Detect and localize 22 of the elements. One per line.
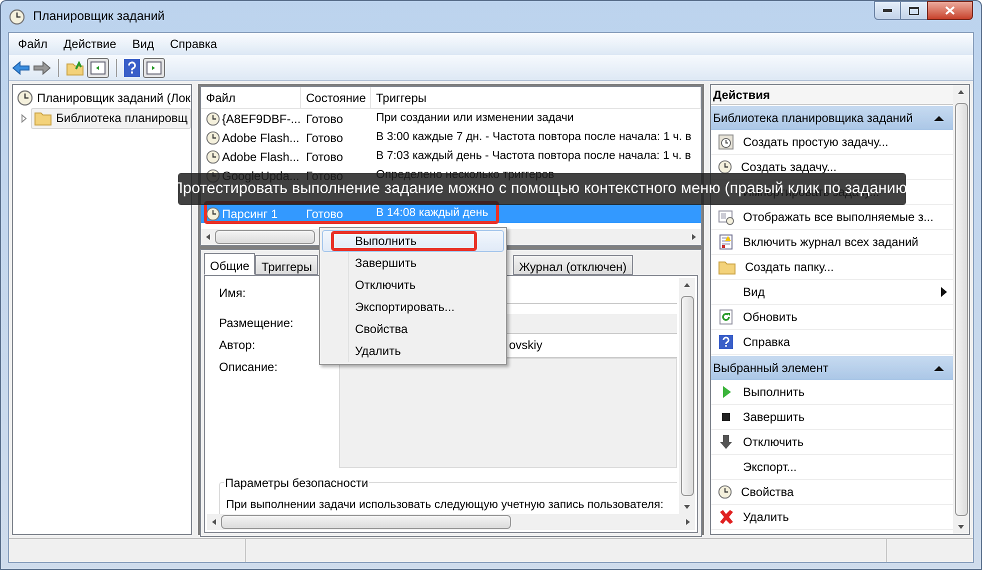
field-label: Размещение:	[219, 315, 294, 332]
tree-item-label: Планировщик заданий (Лок	[37, 90, 191, 106]
field-label: Имя:	[219, 285, 247, 302]
security-text: При выполнении задачи использовать следующую учетную запись пользователя:	[226, 498, 664, 513]
section-title: Выбранный элемент	[713, 360, 830, 377]
task-name: Парсинг 1	[222, 206, 278, 222]
table-cell-text: В 7:03 каждый день - Частота повтора после начала: 1 ч. в	[375, 148, 692, 164]
table-cell-text: При создании или изменении задачи	[375, 110, 575, 126]
table-cell-text: Готово	[305, 206, 344, 222]
section-title: Библиотека планировщика заданий	[713, 110, 914, 127]
task-name: {A8EF9DBF-...	[222, 110, 301, 128]
task-name: Adobe Flash...	[222, 148, 300, 166]
table-cell-text: Готово	[305, 130, 344, 146]
task-name: Adobe Flash...	[222, 130, 300, 146]
window-title: Планировщик заданий	[33, 8, 165, 26]
actions-title: Действия	[711, 85, 953, 105]
table-cell-text: Готово	[305, 148, 344, 166]
field-label: Описание:	[219, 359, 279, 376]
table-cell-text: В 3:00 каждые 7 дн. - Частота повтора после начала: 1 ч. в	[375, 130, 692, 145]
table-cell-text: В 14:08 каждый день	[375, 206, 490, 221]
table-cell-text: Готово	[305, 110, 344, 128]
field-label: Автор:	[219, 337, 256, 354]
